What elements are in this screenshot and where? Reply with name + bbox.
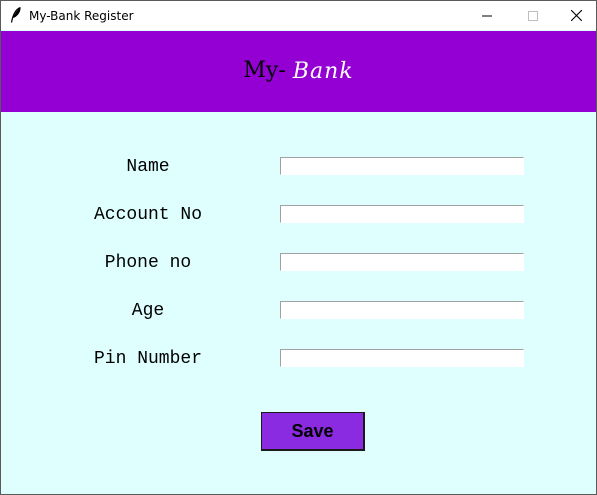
header-banner: My- Bank <box>1 31 596 112</box>
window-title: My-Bank Register <box>29 9 134 23</box>
age-label: Age <box>131 301 165 321</box>
close-icon <box>570 6 582 25</box>
phone-no-label: Phone no <box>104 253 192 273</box>
app-window: My-Bank Register My- Bank Name Account N… <box>0 0 597 495</box>
name-field[interactable] <box>280 157 524 175</box>
maximize-icon <box>528 6 538 25</box>
header-title-accent: Bank <box>292 59 354 84</box>
pin-number-field[interactable] <box>280 349 524 367</box>
maximize-button[interactable] <box>510 1 556 30</box>
age-field[interactable] <box>280 301 524 319</box>
account-no-field[interactable] <box>280 205 524 223</box>
close-button[interactable] <box>553 1 597 30</box>
minimize-button[interactable] <box>464 1 510 30</box>
phone-no-field[interactable] <box>280 253 524 271</box>
account-no-label: Account No <box>93 205 203 225</box>
header-title: My- <box>243 58 286 83</box>
feather-icon <box>10 6 22 23</box>
name-label: Name <box>126 157 170 177</box>
title-bar[interactable]: My-Bank Register <box>1 1 596 30</box>
minimize-icon <box>482 6 492 25</box>
save-button[interactable]: Save <box>261 412 365 451</box>
pin-number-label: Pin Number <box>93 349 203 369</box>
